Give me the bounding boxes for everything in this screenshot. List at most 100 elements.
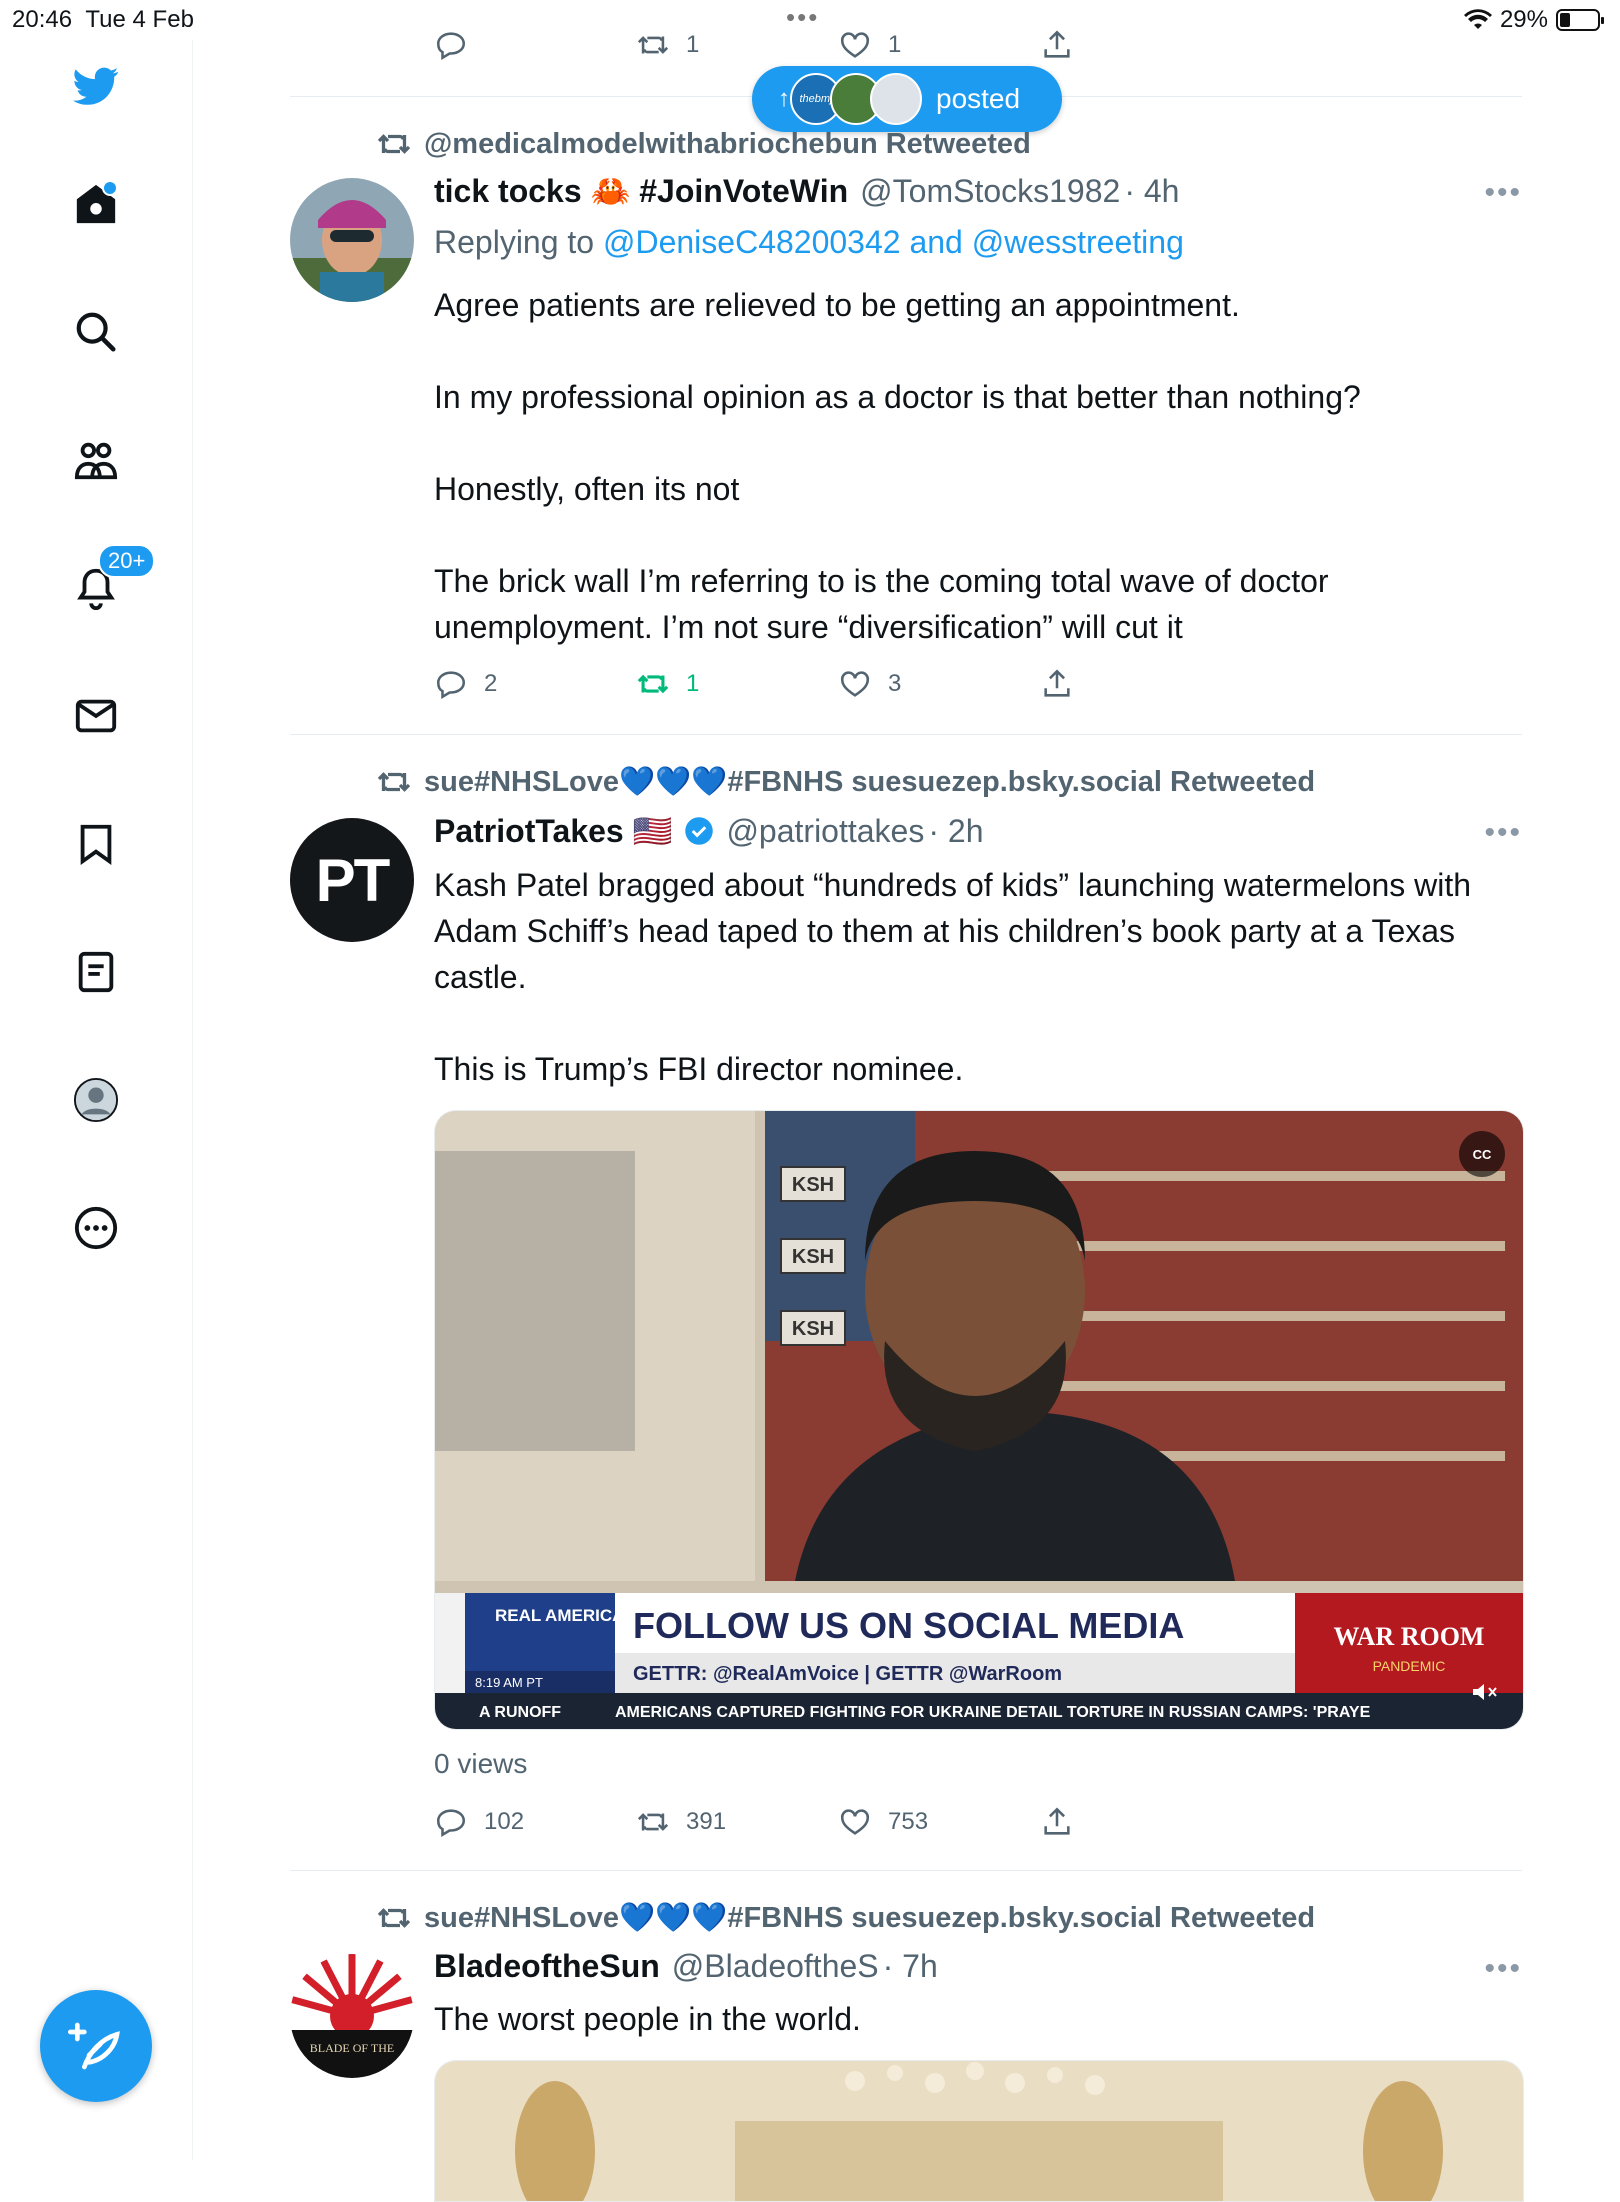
retweet-count: 1 <box>686 670 700 697</box>
share-button[interactable] <box>1040 1805 1242 1839</box>
timestamp[interactable]: · 2h <box>928 813 983 850</box>
display-name[interactable]: PatriotTakes 🇺🇸 <box>434 812 672 850</box>
tweet-header: tick tocks 🦀 #JoinVoteWin @TomStocks1982… <box>434 172 1179 210</box>
mute-icon[interactable] <box>1465 1677 1505 1707</box>
handle[interactable]: @BladeoftheS <box>672 1948 879 1985</box>
retweet-icon <box>637 36 669 54</box>
replying-to: Replying to @DeniseC48200342 and @wesstr… <box>434 224 1184 260</box>
compose-feather-icon <box>68 2022 120 2070</box>
tweet-text: Agree patients are relieved to be gettin… <box>434 287 1361 645</box>
sidebar: 20+ <box>0 40 193 2160</box>
battery-icon <box>1556 9 1604 31</box>
share-button[interactable] <box>1040 667 1242 701</box>
like-button[interactable]: 3 <box>838 667 1040 701</box>
tweet-image[interactable] <box>434 2060 1524 2202</box>
like-button[interactable]: 1 <box>838 28 1040 62</box>
chandelier-photo <box>435 2061 1523 2201</box>
display-name[interactable]: BladeoftheSun <box>434 1948 660 1985</box>
retweet-button[interactable]: 1 <box>636 667 838 701</box>
retweet-icon <box>377 772 411 792</box>
reply-button[interactable]: 2 <box>434 667 636 701</box>
notifications-badge: 20+ <box>98 544 156 578</box>
avatar-logo-text: BLADE OF THE <box>310 2041 394 2055</box>
retweet-icon <box>377 134 411 154</box>
communities-icon[interactable] <box>70 434 122 486</box>
tweet-header: PatriotTakes 🇺🇸 @patriottakes · 2h <box>434 812 983 850</box>
retweeted-by[interactable]: sue#NHSLove💙💙💙#FBNHS suesuezep.bsky.soci… <box>376 1900 1315 1936</box>
messages-icon[interactable] <box>70 690 122 742</box>
tweet-more-icon[interactable]: ••• <box>1484 816 1522 850</box>
more-icon[interactable] <box>70 1202 122 1254</box>
timestamp[interactable]: · 7h <box>883 1948 938 1985</box>
heart-icon <box>840 1809 870 1835</box>
search-icon[interactable] <box>70 306 122 358</box>
twitter-logo-icon[interactable] <box>70 60 122 112</box>
flag-label: KSH <box>792 1174 834 1196</box>
share-icon <box>1044 1807 1070 1835</box>
bookmarks-icon[interactable] <box>70 818 122 870</box>
retweet-button[interactable]: 1 <box>636 28 838 62</box>
tweet-more-icon[interactable]: ••• <box>1484 1952 1522 1986</box>
reply-button[interactable] <box>434 28 636 62</box>
video-frame: KSH KSH KSH REAL AMERICA'S VOICE 8:19 AM… <box>435 1111 1523 1729</box>
share-button[interactable] <box>1040 28 1242 62</box>
status-time-date: 20:46 Tue 4 Feb <box>12 6 194 33</box>
flag-label: KSH <box>792 1318 834 1340</box>
compose-tweet-button[interactable] <box>40 1990 152 2102</box>
notifications-icon[interactable]: 20+ <box>70 544 156 614</box>
pill-label: posted <box>936 83 1021 114</box>
avatar[interactable]: BLADE OF THE <box>290 1954 414 2078</box>
retweet-button[interactable]: 391 <box>636 1805 838 1839</box>
divider <box>290 1870 1522 1871</box>
reply-icon <box>436 32 466 61</box>
tweet-header: BladeoftheSun @BladeoftheS · 7h <box>434 1948 938 1985</box>
prev-tweet-actions: 1 1 <box>434 28 1242 62</box>
avatar[interactable]: PT <box>290 818 414 942</box>
verified-badge-icon <box>685 817 714 845</box>
timestamp[interactable]: · 4h <box>1124 173 1179 210</box>
handle[interactable]: @TomStocks1982 <box>860 173 1120 210</box>
retweet-icon <box>637 674 669 694</box>
battery-percent: 29% <box>1499 6 1548 33</box>
retweet-count: 391 <box>686 1808 727 1835</box>
wifi-icon <box>1463 9 1492 29</box>
reply-button[interactable]: 102 <box>434 1805 636 1839</box>
tweet-more-icon[interactable]: ••• <box>1484 176 1522 210</box>
show-sub-label: PANDEMIC <box>1373 1658 1446 1674</box>
home-unread-dot <box>102 180 118 196</box>
like-count: 753 <box>888 1808 929 1835</box>
tweet-text: Kash Patel bragged about “hundreds of ki… <box>434 867 1472 1087</box>
pill-avatar <box>870 73 922 125</box>
status-right: 29% <box>1463 6 1604 34</box>
flag-label: KSH <box>792 1246 834 1268</box>
replying-to-link[interactable]: @DeniseC48200342 and @wesstreeting <box>603 224 1184 260</box>
new-posts-pill[interactable]: ↑ thebmj posted <box>752 66 1062 132</box>
reply-icon <box>436 671 466 700</box>
reply-count: 2 <box>484 670 498 697</box>
like-button[interactable]: 753 <box>838 1805 1040 1839</box>
like-count: 1 <box>888 31 902 58</box>
tweet-actions: 102 391 753 <box>434 1805 1242 1839</box>
retweet-icon <box>377 1908 411 1928</box>
home-icon[interactable] <box>70 178 122 230</box>
tweet-text: The worst people in the world. <box>434 2001 861 2037</box>
share-icon <box>1044 30 1070 58</box>
video-headline: FOLLOW US ON SOCIAL MEDIA <box>633 1605 1184 1646</box>
divider <box>290 734 1522 735</box>
retweeted-by[interactable]: sue#NHSLove💙💙💙#FBNHS suesuezep.bsky.soci… <box>376 764 1315 800</box>
retweet-icon <box>637 1813 669 1831</box>
tweet-actions: 2 1 3 <box>434 667 1242 701</box>
heart-icon <box>840 32 870 58</box>
video-player[interactable]: KSH KSH KSH REAL AMERICA'S VOICE 8:19 AM… <box>434 1110 1524 1730</box>
profile-icon[interactable] <box>70 1074 122 1126</box>
closed-captions-icon[interactable]: CC <box>1459 1131 1505 1177</box>
display-name[interactable]: tick tocks 🦀 #JoinVoteWin <box>434 172 848 210</box>
reply-count: 102 <box>484 1808 525 1835</box>
video-subline: GETTR: @RealAmVoice | GETTR @WarRoom <box>633 1663 1062 1685</box>
retweeted-by[interactable]: @medicalmodelwithabriochebun Retweeted <box>376 126 1031 162</box>
avatar[interactable] <box>290 178 414 302</box>
like-count: 3 <box>888 670 902 697</box>
handle[interactable]: @patriottakes <box>726 813 924 850</box>
lists-icon[interactable] <box>70 946 122 998</box>
heart-icon <box>840 671 870 697</box>
